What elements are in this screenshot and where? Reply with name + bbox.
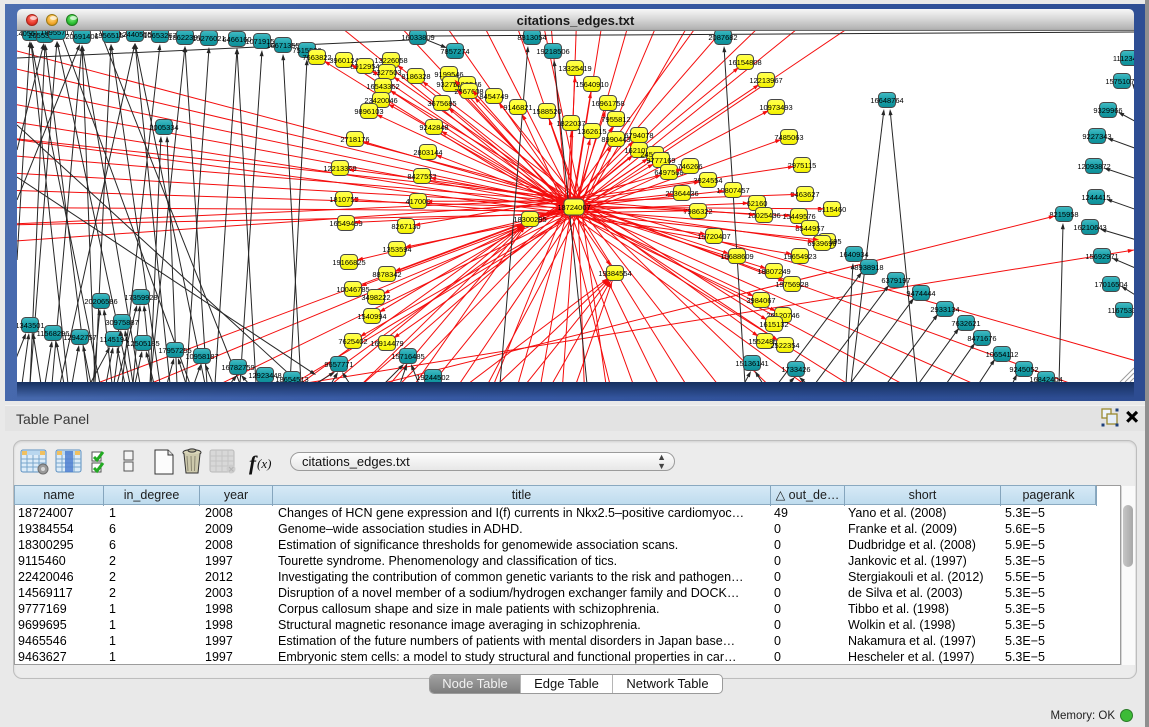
svg-text:1615132: 1615132 — [759, 320, 788, 329]
svg-text:62160: 62160 — [747, 199, 768, 208]
svg-text:19218506: 19218506 — [536, 47, 569, 56]
svg-text:8267130: 8267130 — [391, 222, 420, 231]
svg-text:2005334: 2005334 — [149, 123, 178, 132]
svg-text:13325419: 13325419 — [558, 64, 591, 73]
svg-text:1588520: 1588520 — [532, 107, 561, 116]
svg-text:16961758: 16961758 — [591, 99, 624, 108]
svg-text:1244415: 1244415 — [1081, 193, 1110, 202]
svg-text:12093872: 12093872 — [1077, 162, 1110, 171]
svg-text:15276021: 15276021 — [192, 34, 225, 43]
svg-text:30975887: 30975887 — [105, 318, 138, 327]
svg-text:16210643: 16210643 — [1073, 223, 1106, 232]
svg-text:12213369: 12213369 — [323, 164, 356, 173]
svg-text:9227343: 9227343 — [1082, 132, 1111, 141]
svg-text:15640910: 15640910 — [575, 80, 608, 89]
svg-text:15751074: 15751074 — [1105, 77, 1134, 86]
svg-text:16154808: 16154808 — [728, 58, 761, 67]
svg-text:8938918: 8938918 — [854, 263, 883, 272]
svg-text:(x): (x) — [257, 456, 271, 471]
svg-text:9146821: 9146821 — [503, 103, 532, 112]
svg-text:19384554: 19384554 — [598, 269, 631, 278]
svg-text:9245052: 9245052 — [1009, 365, 1038, 374]
svg-text:6939696: 6939696 — [807, 239, 836, 248]
svg-text:9777169: 9777169 — [646, 156, 675, 165]
svg-text:16648764: 16648764 — [870, 96, 903, 105]
svg-text:8186328: 8186328 — [401, 72, 430, 81]
svg-text:16842404: 16842404 — [1029, 375, 1062, 382]
svg-text:17359928: 17359928 — [124, 293, 157, 302]
svg-text:2522354: 2522354 — [770, 341, 799, 350]
svg-text:13226058: 13226058 — [374, 56, 407, 65]
svg-text:15716485: 15716485 — [391, 352, 424, 361]
svg-text:15136141: 15136141 — [735, 359, 768, 368]
svg-text:16543362: 16543362 — [366, 82, 399, 91]
svg-text:8544957: 8544957 — [795, 224, 824, 233]
svg-text:11123456: 11123456 — [1113, 54, 1134, 63]
svg-text:6379197: 6379197 — [881, 276, 910, 285]
svg-text:18724007: 18724007 — [557, 203, 590, 212]
svg-text:8454749: 8454749 — [479, 92, 508, 101]
svg-text:11675339: 11675339 — [1108, 306, 1134, 315]
svg-text:6794078: 6794078 — [624, 131, 653, 140]
svg-text:1733426: 1733426 — [781, 365, 810, 374]
svg-text:9329966: 9329966 — [1093, 106, 1122, 115]
svg-text:3675685: 3675685 — [427, 99, 456, 108]
svg-text:10654112: 10654112 — [986, 350, 1019, 359]
svg-text:10958187: 10958187 — [185, 352, 218, 361]
svg-text:8813054: 8813054 — [517, 33, 546, 42]
svg-text:12505185: 12505185 — [126, 339, 159, 348]
svg-text:2975115: 2975115 — [788, 161, 817, 170]
svg-text:7625402: 7625402 — [338, 337, 367, 346]
svg-text:3824554: 3824554 — [693, 176, 722, 185]
svg-text:19244502: 19244502 — [416, 373, 449, 382]
svg-text:9896103: 9896103 — [354, 107, 383, 116]
svg-text:2087682: 2087682 — [708, 33, 737, 42]
svg-text:12213967: 12213967 — [749, 76, 782, 85]
svg-text:3984067: 3984067 — [746, 296, 775, 305]
svg-text:7955812: 7955812 — [601, 115, 630, 124]
svg-text:8427552: 8427552 — [407, 172, 436, 181]
svg-text:9242848: 9242848 — [419, 123, 448, 132]
svg-text:12942757: 12942757 — [63, 333, 96, 342]
svg-text:7632621: 7632621 — [951, 319, 980, 328]
svg-text:16033809: 16033809 — [401, 33, 434, 42]
svg-text:1540994: 1540994 — [357, 312, 386, 321]
svg-text:9474444: 9474444 — [906, 289, 935, 298]
svg-text:2933134: 2933134 — [930, 305, 959, 314]
svg-text:20206586: 20206586 — [84, 297, 117, 306]
svg-text:16914479: 16914479 — [370, 339, 403, 348]
svg-text:3498222: 3498222 — [361, 293, 390, 302]
svg-text:10973493: 10973493 — [759, 103, 792, 112]
svg-text:1640934: 1640934 — [839, 250, 868, 259]
svg-text:8215958: 8215958 — [1049, 210, 1078, 219]
svg-text:7857274: 7857274 — [440, 47, 469, 56]
svg-text:8471676: 8471676 — [967, 334, 996, 343]
svg-text:9657771: 9657771 — [324, 360, 353, 369]
svg-text:18654513: 18654513 — [275, 375, 308, 382]
